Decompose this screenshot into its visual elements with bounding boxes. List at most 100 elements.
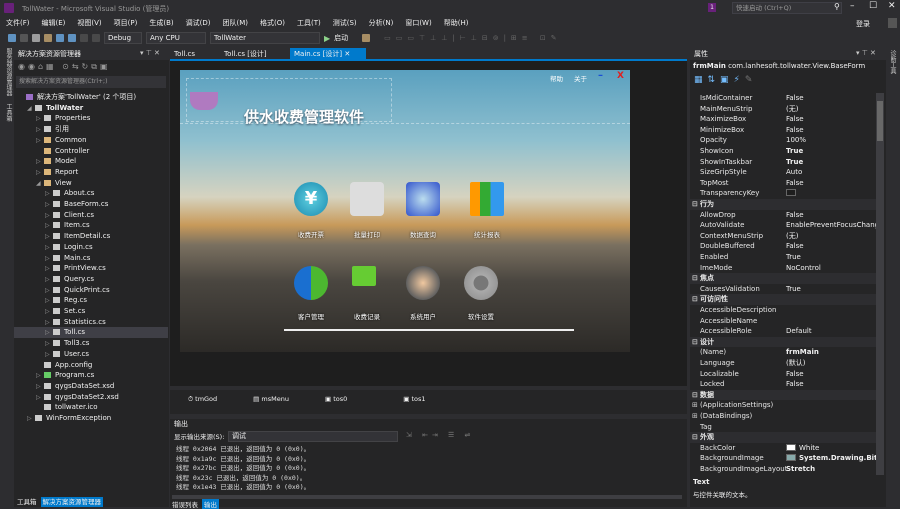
- save-icon[interactable]: [56, 34, 64, 42]
- tree-item[interactable]: ▷ Toll.cs: [14, 327, 168, 339]
- property-row[interactable]: BackColor White: [690, 443, 876, 454]
- tree-item[interactable]: ▷ Program.cs: [14, 370, 168, 381]
- menu-item[interactable]: 调试(D): [180, 17, 217, 29]
- back-icon[interactable]: [8, 34, 16, 42]
- property-row[interactable]: TransparencyKey: [690, 188, 876, 199]
- property-value[interactable]: [786, 188, 799, 199]
- tree-item[interactable]: ▷ Toll3.cs: [14, 338, 168, 349]
- platform-select[interactable]: Any CPU: [146, 32, 206, 44]
- tree-item[interactable]: ▷ 引用: [14, 124, 168, 135]
- solution-explorer-toolbar[interactable]: ◉◉⌂▦ ⊙⇆↻⧉▣: [18, 62, 111, 72]
- toolbox-side-tab[interactable]: 工具箱: [5, 104, 12, 122]
- tree-item[interactable]: ▷ ItemDetail.cs: [14, 231, 168, 242]
- records-button[interactable]: 收费记录: [337, 311, 397, 321]
- close-form-icon[interactable]: X: [617, 71, 624, 81]
- property-row[interactable]: IsMdiContainer False: [690, 93, 876, 104]
- form-preview-frmMain[interactable]: 供水收费管理软件 帮助 关于 – X ¥ 收费开票 批量打印 数据查询 统计报表…: [180, 70, 630, 352]
- property-row[interactable]: MinimizeBox False: [690, 125, 876, 136]
- tray-timer[interactable]: ⏱ tmGod: [188, 395, 217, 414]
- about-link[interactable]: 关于: [574, 73, 587, 83]
- printer-icon[interactable]: [350, 182, 384, 216]
- signin-link[interactable]: 登录: [856, 19, 870, 29]
- tree-item[interactable]: ▷ User.cs: [14, 349, 168, 360]
- property-value[interactable]: NoControl: [786, 263, 821, 274]
- menu-item[interactable]: 项目(P): [108, 17, 144, 29]
- property-row[interactable]: AutoValidate EnablePreventFocusChange: [690, 220, 876, 231]
- menu-item[interactable]: 视图(V): [71, 17, 107, 29]
- collapse-icon[interactable]: ⊟: [692, 294, 698, 305]
- collapse-icon[interactable]: ⊟: [692, 390, 698, 401]
- tree-item[interactable]: ▷ qygsDataSet2.xsd: [14, 392, 168, 403]
- tree-item[interactable]: ▷ Common: [14, 135, 168, 146]
- property-value[interactable]: Auto: [786, 167, 802, 178]
- billing-button[interactable]: 收费开票: [281, 229, 341, 239]
- customer-button[interactable]: 客户管理: [281, 311, 341, 321]
- property-row[interactable]: AccessibleDescription: [690, 305, 876, 316]
- tray-toolstrip-1[interactable]: ▣ tos1: [403, 395, 425, 414]
- property-value[interactable]: 100%: [786, 135, 806, 146]
- property-value[interactable]: True: [786, 146, 803, 157]
- users-icon[interactable]: [406, 266, 440, 300]
- property-row[interactable]: Localizable False: [690, 369, 876, 380]
- collapse-icon[interactable]: ⊟: [692, 432, 698, 443]
- menu-item[interactable]: 文件(F): [0, 17, 36, 29]
- property-value[interactable]: False: [786, 114, 804, 125]
- format-toolbar-icons[interactable]: ▭▭▭⊤⊥⊥|⊢⊥⊟⊚|⊞≡ ⊡✎: [384, 34, 561, 42]
- tree-item[interactable]: ▷ BaseForm.cs: [14, 199, 168, 210]
- property-row[interactable]: AccessibleRole Default: [690, 326, 876, 337]
- property-value[interactable]: Default: [786, 326, 812, 337]
- layout-toolbar-icon[interactable]: [362, 34, 371, 42]
- pane-options-icons[interactable]: ▾ ⊤ ✕: [856, 49, 876, 57]
- tree-item[interactable]: ▷ Reg.cs: [14, 295, 168, 306]
- property-row[interactable]: ImeMode NoControl: [690, 263, 876, 274]
- property-value[interactable]: False: [786, 178, 804, 189]
- tree-item[interactable]: ▷ PrintView.cs: [14, 263, 168, 274]
- error-list-tab[interactable]: 错误列表: [172, 499, 198, 509]
- menu-item[interactable]: 分析(N): [363, 17, 400, 29]
- property-row[interactable]: (Name) frmMain: [690, 347, 876, 358]
- property-row[interactable]: Language (默认): [690, 358, 876, 369]
- tree-item[interactable]: ▷ Set.cs: [14, 306, 168, 317]
- minimize-button[interactable]: –: [850, 1, 855, 11]
- property-value[interactable]: False: [786, 125, 804, 136]
- property-value[interactable]: False: [786, 241, 804, 252]
- property-value[interactable]: System.Drawing.Bitm: [786, 453, 876, 464]
- property-row[interactable]: CausesValidation True: [690, 284, 876, 295]
- minimize-form-icon[interactable]: –: [598, 70, 603, 81]
- property-row[interactable]: SizeGripStyle Auto: [690, 167, 876, 178]
- solution-search-input[interactable]: 搜索解决方案资源管理器(Ctrl+;): [16, 76, 166, 88]
- solution-explorer-tab[interactable]: 解决方案资源管理器: [40, 497, 103, 507]
- output-h-scrollbar[interactable]: [172, 495, 682, 499]
- object-selector[interactable]: frmMain com.lanhesoft.tollwater.View.Bas…: [693, 62, 883, 70]
- collapse-icon[interactable]: ⊟: [692, 273, 698, 284]
- account-icon[interactable]: [888, 18, 897, 28]
- property-value[interactable]: (无): [786, 104, 798, 115]
- tree-item[interactable]: tollwater.ico: [14, 402, 168, 413]
- property-row[interactable]: MainMenuStrip (无): [690, 104, 876, 115]
- property-row[interactable]: Locked False: [690, 379, 876, 390]
- property-row[interactable]: Opacity 100%: [690, 135, 876, 146]
- property-value[interactable]: True: [786, 252, 801, 263]
- configuration-select[interactable]: Debug: [104, 32, 142, 44]
- flag-icon[interactable]: [352, 266, 376, 286]
- menu-item[interactable]: 窗口(W): [399, 17, 437, 29]
- tree-item[interactable]: ▷ Login.cs: [14, 242, 168, 253]
- undo-icon[interactable]: [80, 34, 88, 42]
- menu-item[interactable]: 格式(O): [254, 17, 291, 29]
- property-row[interactable]: TopMost False: [690, 178, 876, 189]
- search-data-icon[interactable]: [406, 182, 440, 216]
- close-tab-icon[interactable]: ✕: [344, 50, 350, 58]
- tree-item[interactable]: ▷ Properties: [14, 113, 168, 124]
- tree-item[interactable]: ▷ Report: [14, 167, 168, 178]
- tree-item[interactable]: ▷ QuickPrint.cs: [14, 285, 168, 296]
- property-value[interactable]: True: [786, 157, 803, 168]
- collapsed-arrow-icon[interactable]: ▷: [27, 414, 35, 425]
- pane-options-icons[interactable]: ▾ ⊤ ✕: [140, 49, 160, 57]
- help-link[interactable]: 帮助: [550, 73, 563, 83]
- tree-item[interactable]: Controller: [14, 146, 168, 157]
- tree-item[interactable]: ▷ Model: [14, 156, 168, 167]
- statistics-button[interactable]: 统计报表: [457, 229, 517, 239]
- collapse-icon[interactable]: ⊟: [692, 199, 698, 210]
- tree-item[interactable]: ▷ WinFormException: [14, 413, 168, 424]
- report-chart-icon[interactable]: [470, 182, 504, 216]
